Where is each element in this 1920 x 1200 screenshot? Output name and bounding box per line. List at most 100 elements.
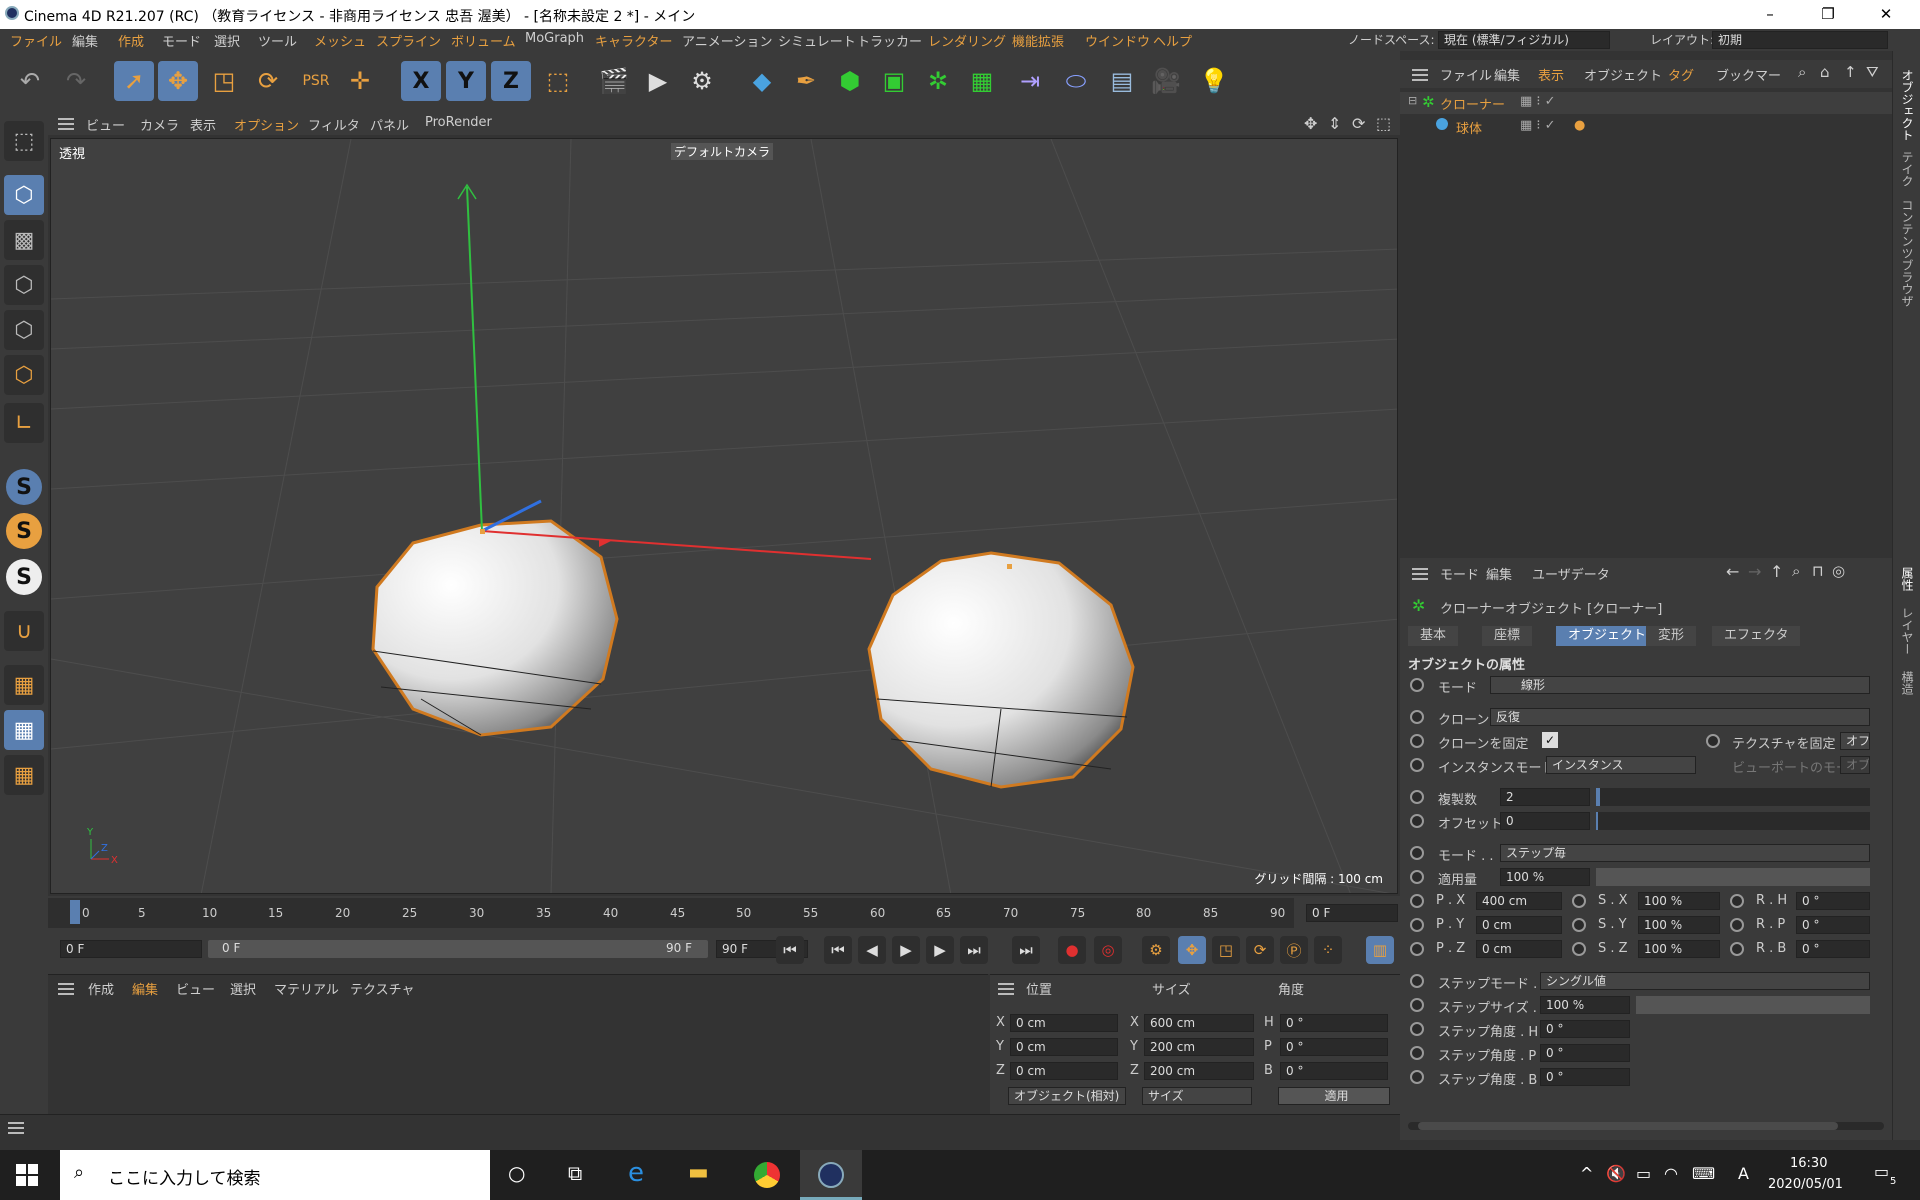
position-x-field[interactable]: 0 cm [1010, 1014, 1118, 1032]
anim-dot[interactable] [1572, 894, 1586, 908]
menu-tracker[interactable]: トラッカー [857, 31, 922, 50]
viewport-menu-display[interactable]: 表示 [190, 115, 216, 134]
file-explorer-icon[interactable]: ▬ [688, 1160, 709, 1185]
menu-file[interactable]: ファイル [10, 31, 62, 50]
sy-field[interactable]: 100 % [1638, 916, 1720, 934]
ime-indicator[interactable]: A [1738, 1164, 1749, 1183]
anim-dot[interactable] [1410, 758, 1424, 772]
sphere-clone-2[interactable] [867, 551, 1135, 789]
anim-dot[interactable] [1410, 678, 1424, 692]
wifi-icon[interactable]: ◠ [1664, 1164, 1678, 1183]
coord-size-mode-select[interactable]: サイズ [1142, 1087, 1252, 1105]
start-frame-field[interactable]: 0 F [60, 940, 202, 958]
mode-select[interactable]: 線形 [1490, 676, 1870, 694]
coord-mode-select[interactable]: オブジェクト(相対) [1008, 1087, 1126, 1105]
rotation-h-field[interactable]: 0 ° [1280, 1014, 1388, 1032]
count-field[interactable]: 2 [1500, 788, 1590, 806]
step-mode-select[interactable]: シングル値 [1540, 972, 1870, 990]
clock-time[interactable]: 16:30 [1790, 1156, 1827, 1171]
obj-menu-tag[interactable]: タグ [1668, 65, 1694, 84]
attr-up-icon[interactable]: ↑ [1770, 562, 1783, 581]
attr-menu-edit[interactable]: 編集 [1486, 564, 1512, 583]
menu-mesh[interactable]: メッシュ [314, 31, 366, 50]
pen-tool-icon[interactable]: ✒ [786, 61, 826, 101]
anim-dot[interactable] [1706, 734, 1720, 748]
attr-horizontal-scrollbar[interactable] [1408, 1122, 1884, 1130]
obj-home-icon[interactable]: ⌂ [1820, 63, 1830, 81]
notification-icon[interactable]: ▭ [1874, 1162, 1889, 1181]
vtab-objects[interactable]: オブジェクト [1899, 69, 1916, 141]
attr-hamburger-icon[interactable] [1412, 568, 1428, 580]
render-picture-viewer-icon[interactable]: ▶ [638, 61, 678, 101]
menu-render[interactable]: レンダリング [928, 31, 1006, 50]
menu-mograph[interactable]: MoGraph [525, 31, 584, 46]
size-y-field[interactable]: 200 cm [1144, 1038, 1254, 1056]
polygons-mode-icon[interactable]: ⬡ [4, 355, 44, 395]
extrude-icon[interactable]: ▣ [874, 61, 914, 101]
fix-clone-checkbox[interactable]: ✓ [1542, 732, 1558, 748]
render-view-icon[interactable]: 🎬 [594, 61, 634, 101]
rh-field[interactable]: 0 ° [1796, 892, 1870, 910]
anim-dot[interactable] [1410, 998, 1424, 1012]
anim-dot[interactable] [1572, 942, 1586, 956]
field-icon[interactable]: ⬭ [1056, 61, 1096, 101]
rotation-b-field[interactable]: 0 ° [1280, 1062, 1388, 1080]
preview-range-slider[interactable]: 0 F 90 F [208, 940, 708, 958]
battery-icon[interactable]: ▭ [1636, 1164, 1651, 1183]
material-menu-create[interactable]: 作成 [88, 979, 114, 998]
anim-dot[interactable] [1410, 734, 1424, 748]
material-menu-texture[interactable]: テクスチャ [350, 979, 414, 998]
keyboard-icon[interactable]: ⌨ [1692, 1164, 1715, 1183]
magnet-icon[interactable]: ∪ [4, 611, 44, 651]
rotation-p-field[interactable]: 0 ° [1280, 1038, 1388, 1056]
menu-select[interactable]: 選択 [214, 31, 240, 50]
step-back-icon[interactable]: ◀ [858, 936, 886, 964]
menu-mode[interactable]: モード [162, 31, 201, 50]
anim-dot[interactable] [1730, 918, 1744, 932]
amount-field[interactable]: 100 % [1500, 868, 1590, 886]
vtab-takes[interactable]: テイク [1899, 151, 1916, 187]
anim-dot[interactable] [1410, 942, 1424, 956]
current-frame-field[interactable]: 0 F [1306, 904, 1398, 922]
anim-dot[interactable] [1410, 814, 1424, 828]
viewport[interactable]: Y X Z 透視 デフォルトカメラ グリッド間隔 : 100 cm [50, 138, 1398, 894]
offset-field[interactable]: 0 [1500, 812, 1590, 830]
sz-field[interactable]: 100 % [1638, 940, 1720, 958]
layout-select[interactable]: 初期 [1712, 31, 1888, 49]
position-y-field[interactable]: 0 cm [1010, 1038, 1118, 1056]
step-forward-icon[interactable]: ▶ [926, 936, 954, 964]
psr-tool-icon[interactable]: PSR [296, 61, 336, 101]
visibility-toggle-icon[interactable]: ▦ ⁝ ✓ [1520, 94, 1556, 109]
key-scale-icon[interactable]: ◳ [1212, 936, 1240, 964]
fix-texture-select[interactable]: オフ [1840, 732, 1870, 750]
obj-menu-bookmark[interactable]: ブックマー [1716, 65, 1781, 84]
goto-start-icon[interactable]: ⏮ [776, 936, 804, 964]
step-size-slider[interactable] [1636, 996, 1870, 1014]
autokey-icon[interactable]: ◎ [1094, 936, 1122, 964]
move-gizmo[interactable] [457, 183, 872, 560]
locked-workplane-icon[interactable]: ▦ [4, 710, 44, 750]
edges-mode-icon[interactable]: ⬡ [4, 310, 44, 350]
attr-menu-userdata[interactable]: ユーザデータ [1532, 564, 1610, 583]
material-hamburger-icon[interactable] [58, 983, 74, 995]
tab-coord[interactable]: 座標 [1482, 626, 1533, 646]
clone-select[interactable]: 反復 [1490, 708, 1870, 726]
vtab-content-browser[interactable]: コンテンツブラウザ [1899, 199, 1916, 307]
tab-effectors[interactable]: エフェクタ [1712, 626, 1801, 646]
viewport-menu-options[interactable]: オプション [234, 115, 299, 134]
cortana-icon[interactable]: ○ [508, 1161, 525, 1185]
viewport-camera-label[interactable]: デフォルトカメラ [671, 143, 774, 160]
subdivision-icon[interactable]: ⬢ [830, 61, 870, 101]
viewport-pan-icon[interactable]: ✥ [1304, 114, 1317, 133]
obj-search-icon[interactable]: ⌕ [1798, 63, 1806, 81]
chrome-icon[interactable] [754, 1162, 780, 1188]
viewport-menu-camera[interactable]: カメラ [140, 115, 179, 134]
offset-slider[interactable] [1596, 812, 1870, 830]
step-size-field[interactable]: 100 % [1540, 996, 1630, 1014]
tree-collapse-icon[interactable]: ⊟ [1408, 94, 1417, 107]
menu-animation[interactable]: アニメーション [682, 31, 772, 50]
viewport-menu-panel[interactable]: パネル [370, 115, 409, 134]
sphere-clone-1[interactable] [371, 519, 619, 737]
vtab-structure[interactable]: 構造 [1899, 671, 1916, 695]
edge-icon[interactable]: e [628, 1158, 644, 1188]
